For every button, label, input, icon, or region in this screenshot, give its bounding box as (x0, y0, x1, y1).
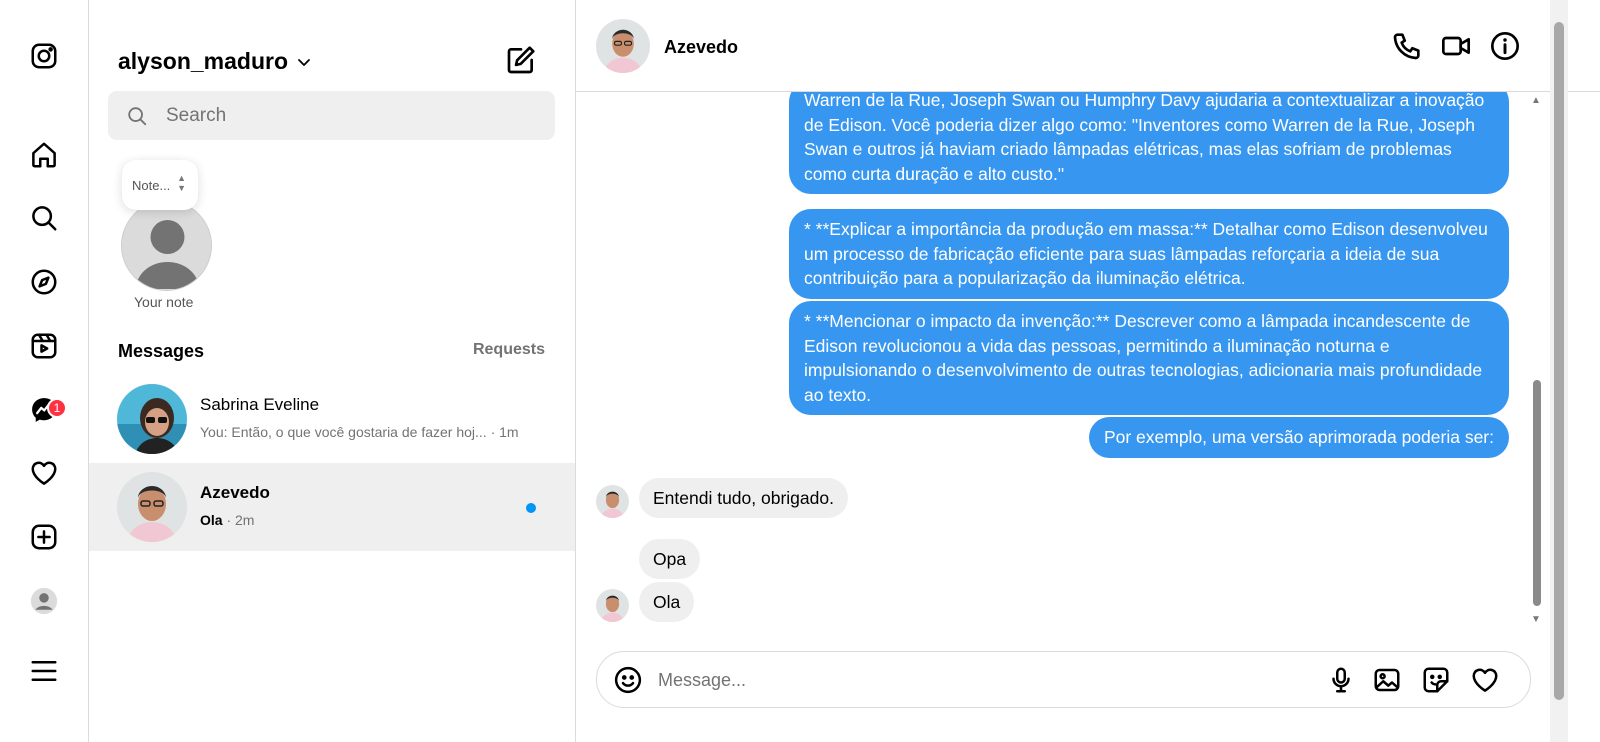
create-plus-icon[interactable] (27, 520, 61, 554)
thread-name: Azevedo (200, 483, 270, 502)
like-heart-icon[interactable] (1470, 665, 1500, 695)
incoming-message[interactable]: Ola (639, 582, 695, 622)
note-avatar[interactable] (121, 200, 212, 291)
scroll-down-arrow-icon[interactable]: ▼ (1531, 614, 1541, 625)
nav-rail: 1 (0, 0, 89, 742)
thread-preview-text: Ola (200, 512, 223, 528)
sticker-icon[interactable] (1421, 665, 1451, 695)
thread-time: · 2m (226, 512, 255, 528)
microphone-icon[interactable] (1326, 665, 1356, 695)
requests-link[interactable]: Requests (473, 341, 545, 359)
search-icon (128, 106, 147, 125)
thread-time: · 1m (490, 424, 519, 440)
note-bubble-text: Note... (132, 177, 171, 193)
phone-call-icon[interactable] (1391, 30, 1423, 62)
new-message-compose-icon[interactable] (505, 44, 537, 76)
incoming-message[interactable]: Opa (639, 539, 701, 579)
contact-avatar[interactable] (596, 19, 650, 73)
message-composer (596, 651, 1531, 708)
note-bubble[interactable]: Note... ▲ ▼ (122, 160, 198, 210)
chat-header: Azevedo (576, 0, 1600, 92)
thread-preview: Ola · 2m (200, 512, 254, 528)
home-icon[interactable] (27, 138, 61, 172)
chat-contact-name[interactable]: Azevedo (664, 37, 738, 58)
heart-icon[interactable] (27, 456, 61, 490)
outgoing-message[interactable]: * **Mencionar o impacto da invenção:** D… (789, 301, 1509, 415)
reels-icon[interactable] (27, 329, 61, 363)
avatar (117, 384, 187, 454)
chat-pane: Azevedo Warren de la Rue, Joseph Swan ou… (576, 0, 1600, 742)
page-scrollbar[interactable] (1550, 0, 1568, 742)
search-input[interactable] (166, 104, 526, 127)
note-stepper-icon: ▲ ▼ (177, 173, 186, 193)
thread-name: Sabrina Eveline (200, 395, 320, 414)
image-upload-icon[interactable] (1372, 665, 1402, 695)
explore-compass-icon[interactable] (27, 265, 61, 299)
conversation-info-icon[interactable] (1489, 30, 1521, 62)
sender-avatar (596, 589, 629, 622)
messages-heading: Messages (118, 341, 205, 361)
scrollbar-thumb[interactable] (1533, 380, 1541, 606)
instagram-logo-icon[interactable] (27, 39, 61, 73)
profile-avatar-icon[interactable] (27, 584, 61, 618)
notification-badge: 1 (47, 398, 67, 418)
chevron-down-icon (298, 58, 310, 66)
video-call-icon[interactable] (1440, 30, 1472, 62)
outgoing-message[interactable]: Warren de la Rue, Joseph Swan ou Humphry… (789, 92, 1509, 194)
thread-item[interactable]: Sabrina Eveline You: Então, o que você g… (89, 375, 575, 463)
outgoing-message[interactable]: * **Explicar a importância da produção e… (789, 209, 1509, 299)
message-scrollbar[interactable]: ▲ ▼ (1528, 92, 1544, 632)
message-list: Warren de la Rue, Joseph Swan ou Humphry… (576, 92, 1536, 632)
account-username: alyson_maduro (118, 48, 288, 74)
page-scrollbar-thumb[interactable] (1554, 22, 1564, 700)
emoji-icon[interactable] (613, 665, 643, 695)
thread-item-active[interactable]: Azevedo Ola · 2m (89, 463, 575, 551)
conversations-panel: alyson_maduro Note... ▲▼ Your note Messa… (89, 0, 576, 742)
account-switcher[interactable]: alyson_maduro (118, 48, 312, 75)
menu-hamburger-icon[interactable] (27, 654, 61, 688)
avatar (117, 472, 187, 542)
note-label: Your note (134, 294, 194, 310)
search-icon[interactable] (27, 201, 61, 235)
incoming-message[interactable]: Entendi tudo, obrigado. (639, 478, 848, 518)
search-box (108, 91, 555, 140)
thread-preview-text: You: Então, o que você gostaria de fazer… (200, 424, 487, 440)
scroll-up-arrow-icon[interactable]: ▲ (1531, 95, 1541, 106)
outgoing-message[interactable]: Por exemplo, uma versão aprimorada poder… (1088, 417, 1509, 458)
message-input[interactable] (658, 667, 1298, 693)
unread-dot (526, 503, 536, 513)
sender-avatar (596, 485, 629, 518)
thread-preview: You: Então, o que você gostaria de fazer… (200, 424, 519, 440)
